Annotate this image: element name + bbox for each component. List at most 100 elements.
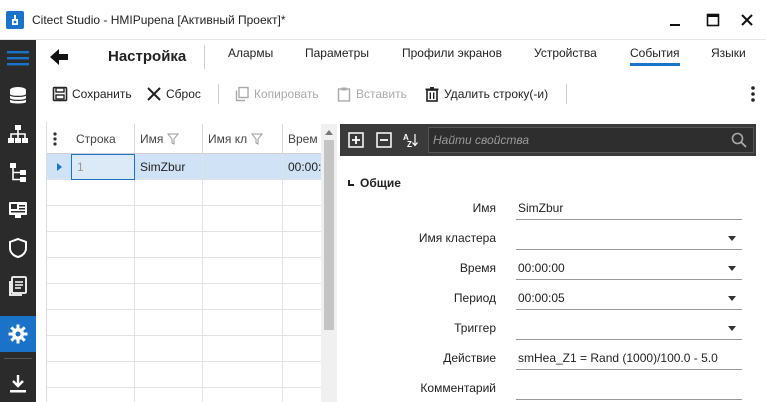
toolbar: Сохранить Сброс Копировать Вставить Удал… — [36, 78, 766, 110]
hierarchy-icon[interactable] — [0, 154, 36, 190]
column-menu-icon[interactable] — [53, 132, 57, 146]
filter-icon[interactable] — [251, 133, 264, 145]
tab-screen-profiles[interactable]: Профили экранов — [402, 46, 502, 60]
paste-button[interactable]: Вставить — [336, 84, 407, 104]
property-cluster-dropdown[interactable] — [516, 226, 742, 250]
tab-parameters[interactable]: Параметры — [305, 46, 369, 60]
tab-languages[interactable]: Языки — [711, 46, 746, 60]
empty-cell[interactable] — [135, 258, 203, 284]
table-row-empty[interactable] — [47, 362, 321, 388]
filter-icon[interactable] — [167, 133, 180, 145]
empty-cell[interactable] — [71, 232, 135, 258]
table-row-empty[interactable] — [47, 258, 321, 284]
property-search-box[interactable] — [428, 127, 754, 153]
tab-devices[interactable]: Устройства — [534, 46, 597, 60]
network-icon[interactable] — [0, 116, 36, 152]
cell-cluster[interactable] — [203, 154, 283, 180]
maximize-icon[interactable] — [702, 10, 724, 30]
chevron-down-icon[interactable] — [728, 296, 736, 301]
sort-alphabetical-icon[interactable]: AZ — [402, 132, 418, 149]
empty-cell[interactable] — [135, 206, 203, 232]
table-row[interactable]: 1 SimZbur 00:00: — [47, 154, 321, 180]
table-row-empty[interactable] — [47, 180, 321, 206]
display-icon[interactable] — [0, 192, 36, 228]
empty-cell[interactable] — [203, 310, 283, 336]
gear-icon[interactable] — [0, 316, 36, 352]
table-row-empty[interactable] — [47, 310, 321, 336]
save-button[interactable]: Сохранить — [52, 84, 132, 104]
table-row-empty[interactable] — [47, 232, 321, 258]
empty-cell[interactable] — [71, 258, 135, 284]
expand-all-icon[interactable] — [348, 132, 364, 148]
table-row-empty[interactable] — [47, 388, 321, 402]
empty-cell[interactable] — [203, 388, 283, 402]
empty-cell[interactable] — [203, 232, 283, 258]
empty-cell[interactable] — [71, 388, 135, 402]
property-row-action: Действие smHea_Z1 = Rand (1000)/100.0 - … — [340, 343, 766, 373]
scroll-up-arrow-icon[interactable] — [325, 130, 333, 135]
cell-name[interactable]: SimZbur — [135, 154, 203, 180]
shield-icon[interactable] — [0, 230, 36, 266]
empty-cell[interactable] — [135, 336, 203, 362]
table-row-empty[interactable] — [47, 206, 321, 232]
property-trigger-dropdown[interactable] — [516, 316, 742, 340]
empty-cell[interactable] — [203, 336, 283, 362]
chevron-down-icon[interactable] — [728, 236, 736, 241]
download-icon[interactable] — [0, 366, 36, 402]
group-general-header[interactable]: Общие — [348, 176, 401, 190]
empty-cell[interactable] — [203, 206, 283, 232]
empty-cell[interactable] — [203, 258, 283, 284]
reset-button[interactable]: Сброс — [146, 84, 201, 104]
empty-cell[interactable] — [203, 180, 283, 206]
copy-button[interactable]: Копировать — [234, 84, 319, 104]
back-arrow-icon[interactable] — [48, 47, 70, 67]
database-icon[interactable] — [0, 78, 36, 114]
cell-row-number[interactable]: 1 — [71, 154, 135, 180]
table-row-empty[interactable] — [47, 336, 321, 362]
property-label: Время — [459, 261, 496, 275]
close-icon[interactable] — [736, 10, 758, 30]
grid-vertical-scrollbar[interactable] — [321, 124, 337, 402]
empty-cell[interactable] — [203, 284, 283, 310]
search-icon[interactable] — [731, 132, 747, 148]
column-header-time[interactable]: Врем — [283, 124, 321, 154]
empty-cell[interactable] — [71, 336, 135, 362]
empty-cell[interactable] — [71, 206, 135, 232]
property-comment-input[interactable] — [516, 376, 742, 400]
empty-cell[interactable] — [135, 310, 203, 336]
empty-cell[interactable] — [135, 180, 203, 206]
column-header-row[interactable]: Строка — [71, 124, 135, 154]
cell-time[interactable]: 00:00: — [283, 154, 321, 180]
column-header-name[interactable]: Имя — [135, 124, 203, 154]
property-time-dropdown[interactable]: 00:00:00 — [516, 256, 742, 280]
hamburger-icon[interactable] — [0, 40, 36, 76]
delete-row-button[interactable]: Удалить строку(-и) — [424, 84, 548, 104]
chevron-down-icon[interactable] — [728, 266, 736, 271]
paste-icon — [336, 86, 352, 102]
more-options-icon[interactable] — [750, 85, 756, 103]
minimize-icon[interactable] — [664, 10, 686, 30]
empty-cell[interactable] — [135, 232, 203, 258]
empty-cell[interactable] — [71, 180, 135, 206]
empty-cell[interactable] — [203, 362, 283, 388]
tab-events[interactable]: События — [630, 46, 680, 66]
empty-cell[interactable] — [71, 284, 135, 310]
column-header-cluster[interactable]: Имя кл — [203, 124, 283, 154]
empty-cell[interactable] — [71, 362, 135, 388]
table-row-empty[interactable] — [47, 284, 321, 310]
empty-cell[interactable] — [135, 362, 203, 388]
documents-icon[interactable] — [0, 268, 36, 304]
empty-cell[interactable] — [135, 388, 203, 402]
scrollbar-thumb[interactable] — [324, 140, 334, 330]
chevron-down-icon[interactable] — [728, 326, 736, 331]
collapse-group-icon[interactable] — [348, 180, 354, 186]
empty-cell[interactable] — [135, 284, 203, 310]
property-name-input[interactable]: SimZbur — [516, 196, 742, 220]
tab-alarms[interactable]: Алармы — [228, 46, 273, 60]
property-action-input[interactable]: smHea_Z1 = Rand (1000)/100.0 - 5.0 — [516, 346, 742, 370]
property-period-dropdown[interactable]: 00:00:05 — [516, 286, 742, 310]
empty-cell[interactable] — [71, 310, 135, 336]
properties-panel: AZ Общие Имя SimZbur Имя кластера Время … — [340, 122, 766, 402]
property-search-input[interactable] — [433, 131, 723, 149]
collapse-all-icon[interactable] — [376, 132, 392, 148]
